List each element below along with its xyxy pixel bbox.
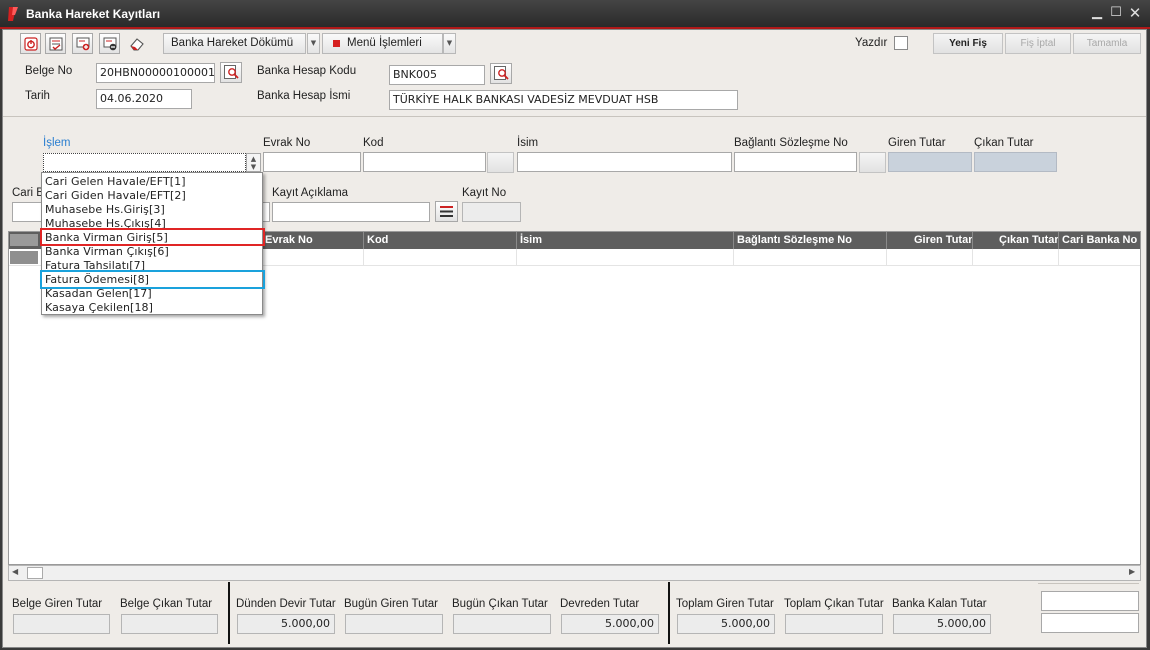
islem-label: İşlem xyxy=(43,137,71,149)
print-label: Yazdır xyxy=(855,37,888,49)
kalan-field: 5.000,00 xyxy=(893,614,991,634)
dropdown-item[interactable]: Kasaya Çekilen[18] xyxy=(45,301,153,314)
dropdown-item[interactable]: Cari Giden Havale/EFT[2] xyxy=(45,189,186,202)
scroll-thumb[interactable] xyxy=(27,567,43,579)
col-cikan-tutar[interactable]: Çıkan Tutar xyxy=(999,234,1059,246)
col-giren-tutar[interactable]: Giren Tutar xyxy=(914,234,972,246)
baglanti-input[interactable] xyxy=(734,152,857,172)
cikan-tutar-label: Çıkan Tutar xyxy=(974,137,1034,149)
devreden-field: 5.000,00 xyxy=(561,614,659,634)
cancel-voucher-button[interactable]: Fiş İptal xyxy=(1005,33,1071,54)
toplam-cikan-label: Toplam Çıkan Tutar xyxy=(784,598,884,610)
new-voucher-button[interactable]: Yeni Fiş xyxy=(933,33,1003,54)
add-record-icon[interactable] xyxy=(72,33,93,54)
tarih-label: Tarih xyxy=(25,90,50,102)
giren-tutar-input[interactable] xyxy=(888,152,972,172)
islem-select[interactable] xyxy=(43,153,246,172)
kayit-no-input xyxy=(462,202,521,222)
window-title: Banka Hareket Kayıtları xyxy=(26,7,161,21)
print-checkbox[interactable] xyxy=(894,36,908,50)
power-icon[interactable] xyxy=(20,33,41,54)
extra-field-1[interactable] xyxy=(1041,591,1139,611)
highlight-box-blue xyxy=(40,270,265,289)
app-logo-icon xyxy=(8,7,18,21)
col-isim[interactable]: İsim xyxy=(520,234,542,246)
kayit-aciklama-input[interactable] xyxy=(272,202,430,222)
close-icon[interactable]: ✕ xyxy=(1127,5,1143,21)
bugun-giren-field xyxy=(345,614,443,634)
hesap-ismi-label: Banka Hesap İsmi xyxy=(257,90,351,102)
col-cari-banka-no[interactable]: Cari Banka No xyxy=(1062,234,1137,246)
menu-button-label: Menü İşlemleri xyxy=(347,37,422,49)
grid-row-indicator[interactable] xyxy=(10,251,38,264)
divider xyxy=(3,116,1146,117)
grid-indicator-header xyxy=(10,234,38,246)
giren-tutar-label: Giren Tutar xyxy=(888,137,946,149)
bugun-giren-label: Bugün Giren Tutar xyxy=(344,598,438,610)
chevron-down-icon[interactable]: ▼ xyxy=(307,33,320,54)
cari-banka-label: Cari B xyxy=(12,187,44,199)
evrak-no-label: Evrak No xyxy=(263,137,311,149)
hesap-ismi-input[interactable]: TÜRKİYE HALK BANKASI VADESİZ MEVDUAT HSB xyxy=(389,90,738,110)
tarih-input[interactable]: 04.06.2020 xyxy=(96,89,192,109)
horizontal-scrollbar[interactable]: ◀ ▶ xyxy=(8,565,1141,581)
dropdown-item[interactable]: Muhasebe Hs.Giriş[3] xyxy=(45,203,165,216)
col-kod[interactable]: Kod xyxy=(367,234,388,246)
dunden-label: Dünden Devir Tutar xyxy=(236,598,336,610)
belge-cikan-field xyxy=(121,614,218,634)
hesap-kodu-input[interactable]: BNK005 xyxy=(389,65,485,85)
eraser-icon[interactable] xyxy=(126,33,147,54)
extra-field-2[interactable] xyxy=(1041,613,1139,633)
menu-button[interactable]: Menü İşlemleri xyxy=(322,33,443,54)
toplam-giren-field: 5.000,00 xyxy=(677,614,775,634)
belge-no-label: Belge No xyxy=(25,65,73,77)
toolbar: Banka Hareket Dökümü ▼ Menü İşlemleri ▼ … xyxy=(8,33,1141,57)
col-baglanti[interactable]: Bağlantı Sözleşme No xyxy=(737,234,852,246)
report-button[interactable]: Banka Hareket Dökümü xyxy=(163,33,306,54)
belge-giren-field xyxy=(13,614,110,634)
evrak-no-input[interactable] xyxy=(263,152,361,172)
menu-square-icon xyxy=(333,40,340,47)
search-icon[interactable] xyxy=(220,62,242,83)
bugun-cikan-label: Bugün Çıkan Tutar xyxy=(452,598,548,610)
dropdown-item[interactable]: Banka Virman Çıkış[6] xyxy=(45,245,169,258)
kod-lookup-button[interactable] xyxy=(487,152,514,173)
totals-footer: Belge Giren Tutar Belge Çıkan Tutar Dünd… xyxy=(3,582,1146,646)
col-evrak-no[interactable]: Evrak No xyxy=(265,234,313,246)
kalan-label: Banka Kalan Tutar xyxy=(892,598,987,610)
kayit-aciklama-label: Kayıt Açıklama xyxy=(272,187,349,199)
scroll-left-icon[interactable]: ◀ xyxy=(12,567,18,576)
isim-label: İsim xyxy=(517,137,539,149)
search-icon[interactable] xyxy=(490,63,512,84)
toplam-cikan-field xyxy=(785,614,883,634)
spin-icon[interactable]: ▲ ▼ xyxy=(246,153,261,172)
dunden-field: 5.000,00 xyxy=(237,614,335,634)
baglanti-label: Bağlantı Sözleşme No xyxy=(734,137,848,149)
belge-giren-label: Belge Giren Tutar xyxy=(12,598,103,610)
remove-record-icon[interactable] xyxy=(99,33,120,54)
title-bar: Banka Hareket Kayıtları ▁ ☐ ✕ xyxy=(0,0,1150,29)
kod-label: Kod xyxy=(363,137,384,149)
baglanti-lookup-button[interactable] xyxy=(859,152,886,173)
highlight-box-red xyxy=(40,228,265,246)
belge-no-input[interactable]: 20HBN00000100001 xyxy=(96,63,215,83)
toplam-giren-label: Toplam Giren Tutar xyxy=(676,598,774,610)
scroll-right-icon[interactable]: ▶ xyxy=(1129,567,1135,576)
devreden-label: Devreden Tutar xyxy=(560,598,640,610)
chevron-down-icon[interactable]: ▼ xyxy=(443,33,456,54)
dropdown-item[interactable]: Cari Gelen Havale/EFT[1] xyxy=(45,175,186,188)
maximize-icon[interactable]: ☐ xyxy=(1108,5,1124,21)
complete-button[interactable]: Tamamla xyxy=(1073,33,1141,54)
belge-cikan-label: Belge Çıkan Tutar xyxy=(120,598,213,610)
minimize-icon[interactable]: ▁ xyxy=(1089,5,1105,21)
hesap-kodu-label: Banka Hesap Kodu xyxy=(257,65,357,77)
checklist-icon[interactable] xyxy=(45,33,66,54)
cikan-tutar-input[interactable] xyxy=(974,152,1057,172)
list-icon[interactable] xyxy=(435,201,458,222)
kod-input[interactable] xyxy=(363,152,486,172)
bugun-cikan-field xyxy=(453,614,551,634)
isim-input[interactable] xyxy=(517,152,732,172)
kayit-no-label: Kayıt No xyxy=(462,187,507,199)
